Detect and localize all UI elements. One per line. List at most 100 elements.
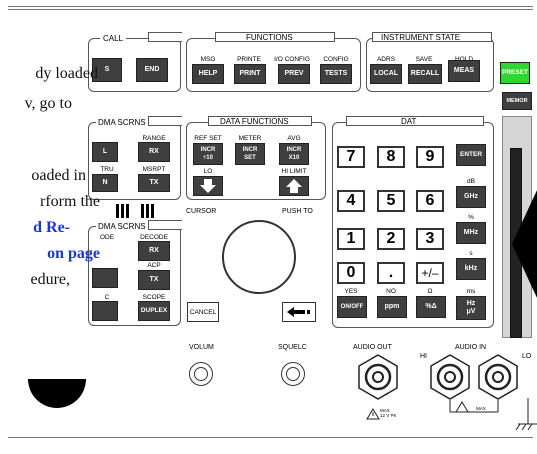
on-off-key[interactable]: ON/OFF bbox=[337, 296, 367, 318]
ref-set-label: REF SET bbox=[194, 135, 222, 142]
cdma-screens-tab bbox=[148, 116, 182, 126]
overlay-link-1[interactable]: d Re- bbox=[33, 214, 70, 241]
down-arrow-icon bbox=[200, 179, 216, 193]
side-arrow-icon bbox=[512, 190, 537, 298]
io-config-label: I/O CONFIG bbox=[274, 56, 310, 63]
overlay-line-5: edure, bbox=[30, 271, 70, 288]
digit-1-key[interactable]: 1 bbox=[337, 228, 365, 250]
squelch-knob-center bbox=[286, 367, 300, 381]
overlay-line-3: oaded in bbox=[31, 167, 86, 184]
msrpt-label: MSRPT bbox=[142, 166, 166, 173]
save-label: SAVE bbox=[415, 56, 433, 63]
hz-uv-key[interactable]: Hz μV bbox=[456, 296, 486, 320]
ohm-label: Ω bbox=[427, 288, 433, 295]
printer-label: PRINTE bbox=[237, 56, 261, 63]
audio-in-max-label: MAX bbox=[476, 406, 486, 411]
percent-delta-key[interactable]: %Δ bbox=[416, 296, 446, 318]
hi-label: HI bbox=[420, 353, 427, 360]
msg-label: MSG bbox=[200, 56, 216, 63]
yes-label: YES bbox=[344, 288, 358, 295]
cursor-label: CURSOR bbox=[186, 208, 217, 215]
overlay-text-clip: dy loaded v, go to oaded in rform the d … bbox=[0, 60, 100, 360]
range-label: RANGE bbox=[142, 135, 166, 142]
digit-5-key[interactable]: 5 bbox=[377, 190, 405, 212]
decimal-point-key[interactable]: . bbox=[377, 262, 405, 284]
adrs-label: ADRS bbox=[376, 56, 396, 63]
overlay-line-1: dy loaded bbox=[35, 65, 98, 82]
acp-label: ACP bbox=[147, 262, 161, 269]
lo-label: LO bbox=[203, 168, 213, 175]
overlay-line-4: rform the bbox=[40, 193, 100, 210]
enter-key[interactable]: ENTER bbox=[456, 144, 486, 166]
ms-label: ms bbox=[466, 288, 476, 295]
print-key[interactable]: PRINT bbox=[234, 64, 266, 84]
tick-marks-icon bbox=[116, 204, 154, 218]
percent-label: % bbox=[468, 214, 474, 221]
preset-key[interactable]: PRESET bbox=[500, 62, 530, 84]
config-label: CONFIG bbox=[323, 56, 349, 63]
ghz-key[interactable]: GHz bbox=[456, 186, 486, 208]
tests-key[interactable]: TESTS bbox=[320, 64, 352, 84]
scope-label: SCOPE bbox=[142, 294, 166, 301]
backspace-arrow-icon bbox=[287, 307, 310, 317]
overlay-link-2[interactable]: on page bbox=[47, 240, 100, 267]
recall-key[interactable]: RECALL bbox=[408, 64, 442, 84]
up-arrow-key[interactable] bbox=[279, 176, 309, 196]
digit-7-key[interactable]: 7 bbox=[337, 146, 365, 168]
overlay-line-2: v, go to bbox=[24, 95, 72, 112]
s-label: s bbox=[469, 250, 473, 257]
digit-9-key[interactable]: 9 bbox=[416, 146, 444, 168]
incr-div10-key[interactable]: INCR ÷10 bbox=[193, 143, 223, 165]
incr-x10-key[interactable]: INCR X10 bbox=[279, 143, 309, 165]
incr-set-key[interactable]: INCR SET bbox=[235, 143, 265, 165]
analog-tx-key[interactable]: TX bbox=[138, 270, 170, 290]
plus-minus-key[interactable]: +/– bbox=[416, 262, 444, 284]
hi-limit-label: HI LIMIT bbox=[281, 168, 307, 175]
backspace-key[interactable] bbox=[282, 302, 316, 322]
analog-rx-key[interactable]: RX bbox=[138, 241, 170, 261]
db-label: dB bbox=[467, 178, 475, 185]
call-tab bbox=[148, 32, 182, 42]
prev-key[interactable]: PREV bbox=[278, 64, 310, 84]
warning-triangle-icon bbox=[366, 408, 380, 420]
squelch-label: SQUELC bbox=[278, 344, 307, 351]
push-to-label: PUSH TO bbox=[282, 208, 313, 215]
digit-6-key[interactable]: 6 bbox=[416, 190, 444, 212]
cancel-key[interactable]: CANCEL bbox=[187, 302, 219, 322]
audio-in-hi-connector-icon[interactable] bbox=[428, 354, 472, 400]
digit-0-key[interactable]: 0 bbox=[337, 262, 365, 284]
digit-8-key[interactable]: 8 bbox=[377, 146, 405, 168]
meter-label: METER bbox=[238, 135, 262, 142]
bottom-rule bbox=[8, 437, 533, 438]
cursor-control-knob[interactable] bbox=[222, 220, 296, 294]
local-key[interactable]: LOCAL bbox=[370, 64, 402, 84]
ppm-key[interactable]: ppm bbox=[377, 296, 407, 318]
call-title: CALL bbox=[100, 34, 127, 43]
duplex-key[interactable]: DUPLEX bbox=[138, 301, 170, 321]
data-keypad-title: DAT bbox=[401, 117, 417, 126]
analog-screens-title: DMA SCRNS bbox=[96, 222, 148, 231]
cdma-rx-key[interactable]: RX bbox=[138, 142, 170, 162]
khz-key[interactable]: kHz bbox=[456, 258, 486, 280]
digit-4-key[interactable]: 4 bbox=[337, 190, 365, 212]
help-key[interactable]: HELP bbox=[192, 64, 224, 84]
cdma-tx-key[interactable]: TX bbox=[138, 174, 170, 192]
end-key[interactable]: END bbox=[136, 58, 168, 82]
volume-label: VOLUM bbox=[189, 344, 214, 351]
memory-key[interactable]: MEMOR bbox=[502, 92, 532, 110]
digit-3-key[interactable]: 3 bbox=[416, 228, 444, 250]
mhz-key[interactable]: MHz bbox=[456, 222, 486, 244]
top-rule-2 bbox=[8, 9, 533, 10]
audio-out-connector-icon[interactable] bbox=[356, 354, 400, 400]
analog-screens-tab bbox=[148, 220, 182, 230]
decode-label: DECODE bbox=[140, 234, 168, 241]
lo-label-connector: LO bbox=[522, 353, 532, 360]
audio-in-lo-connector-icon[interactable] bbox=[476, 354, 520, 400]
meas-key[interactable]: MEAS bbox=[448, 60, 480, 82]
no-label: NO bbox=[386, 288, 396, 295]
avg-label: AVG bbox=[287, 135, 301, 142]
down-arrow-key[interactable] bbox=[193, 176, 223, 196]
digit-2-key[interactable]: 2 bbox=[377, 228, 405, 250]
audio-in-label: AUDIO IN bbox=[455, 344, 487, 351]
data-functions-title: DATA FUNCTIONS bbox=[220, 117, 289, 126]
